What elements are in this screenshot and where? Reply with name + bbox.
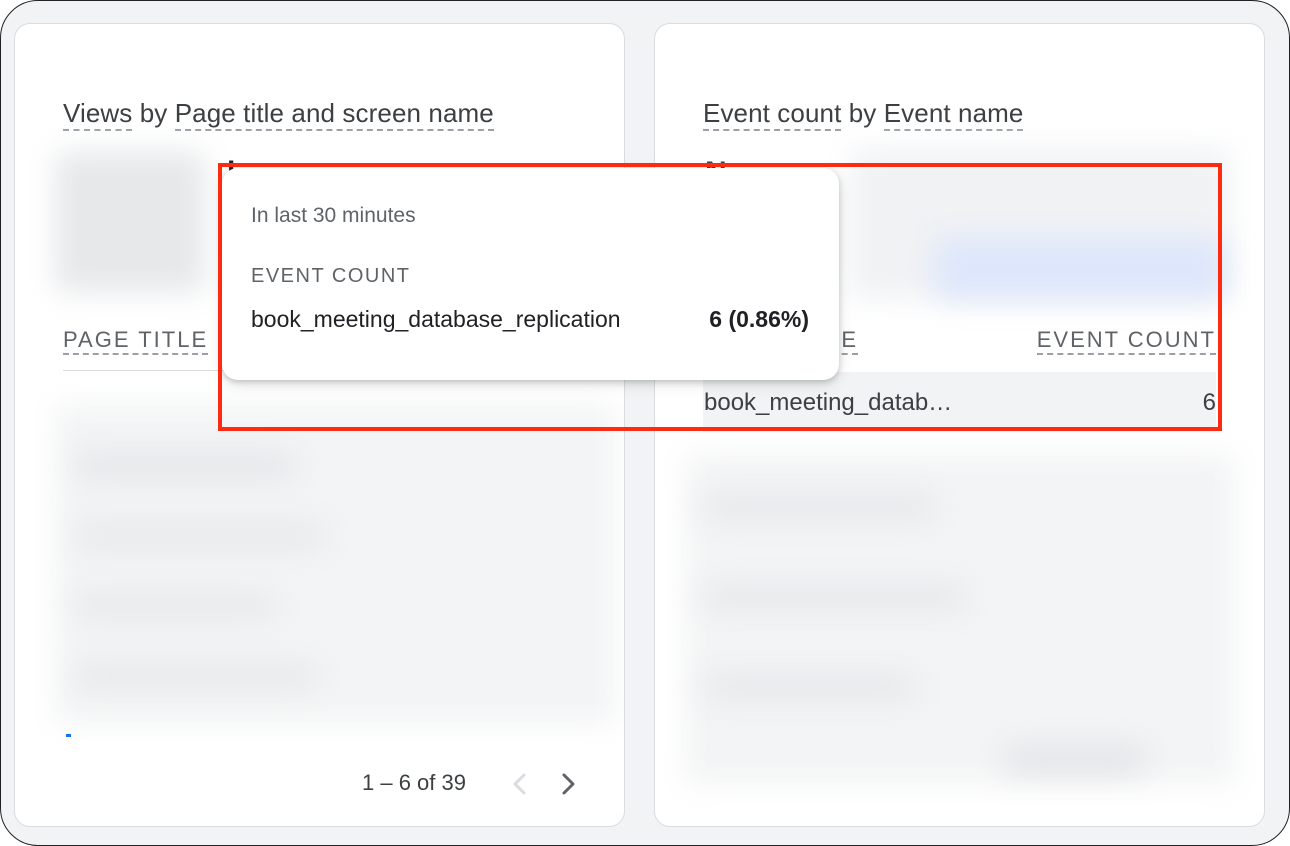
card-title: Event count by Event name	[703, 98, 1024, 131]
annotation-highlight-box	[218, 163, 1222, 431]
metric-event-count[interactable]: Event count	[703, 98, 842, 131]
screenshot-frame: Views by Page title and screen name l PA…	[0, 0, 1290, 846]
dimension-event-name[interactable]: Event name	[883, 98, 1024, 131]
indicator-mark	[66, 734, 71, 737]
card-title: Views by Page title and screen name	[63, 98, 494, 131]
chevron-left-icon[interactable]	[508, 770, 532, 798]
blurred-chart	[55, 152, 205, 292]
dimension-page-title[interactable]: Page title and screen name	[174, 98, 494, 131]
metric-dimension-views[interactable]: Views	[63, 98, 133, 131]
chevron-right-icon[interactable]	[556, 770, 580, 798]
col-header-page-title[interactable]: PAGE TITLE	[63, 327, 209, 355]
pagination-label: 1 – 6 of 39	[362, 770, 466, 795]
